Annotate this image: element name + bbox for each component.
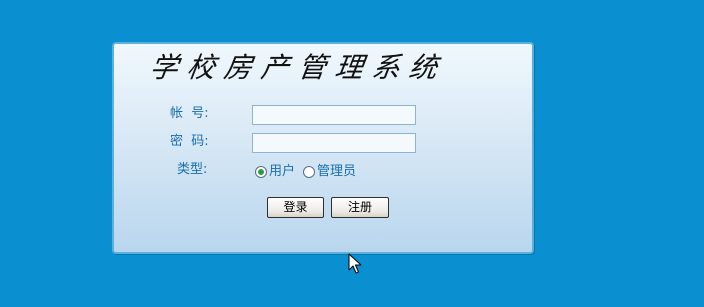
admin-type-label[interactable]: 管理员 — [317, 164, 356, 180]
arrow-cursor-icon — [348, 253, 362, 274]
user-type-radio[interactable] — [255, 166, 267, 178]
admin-type-radio[interactable] — [303, 166, 315, 178]
login-button[interactable]: 登录 — [267, 197, 324, 218]
password-label: 密 码: — [170, 134, 209, 149]
password-input[interactable] — [252, 133, 416, 153]
user-type-label[interactable]: 用户 — [269, 164, 295, 180]
type-label: 类型: — [177, 162, 208, 177]
system-title: 学校房产管理系统 — [147, 51, 449, 84]
account-input[interactable] — [252, 105, 416, 125]
account-label: 帐 号: — [170, 106, 209, 121]
register-button[interactable]: 注册 — [331, 197, 389, 218]
